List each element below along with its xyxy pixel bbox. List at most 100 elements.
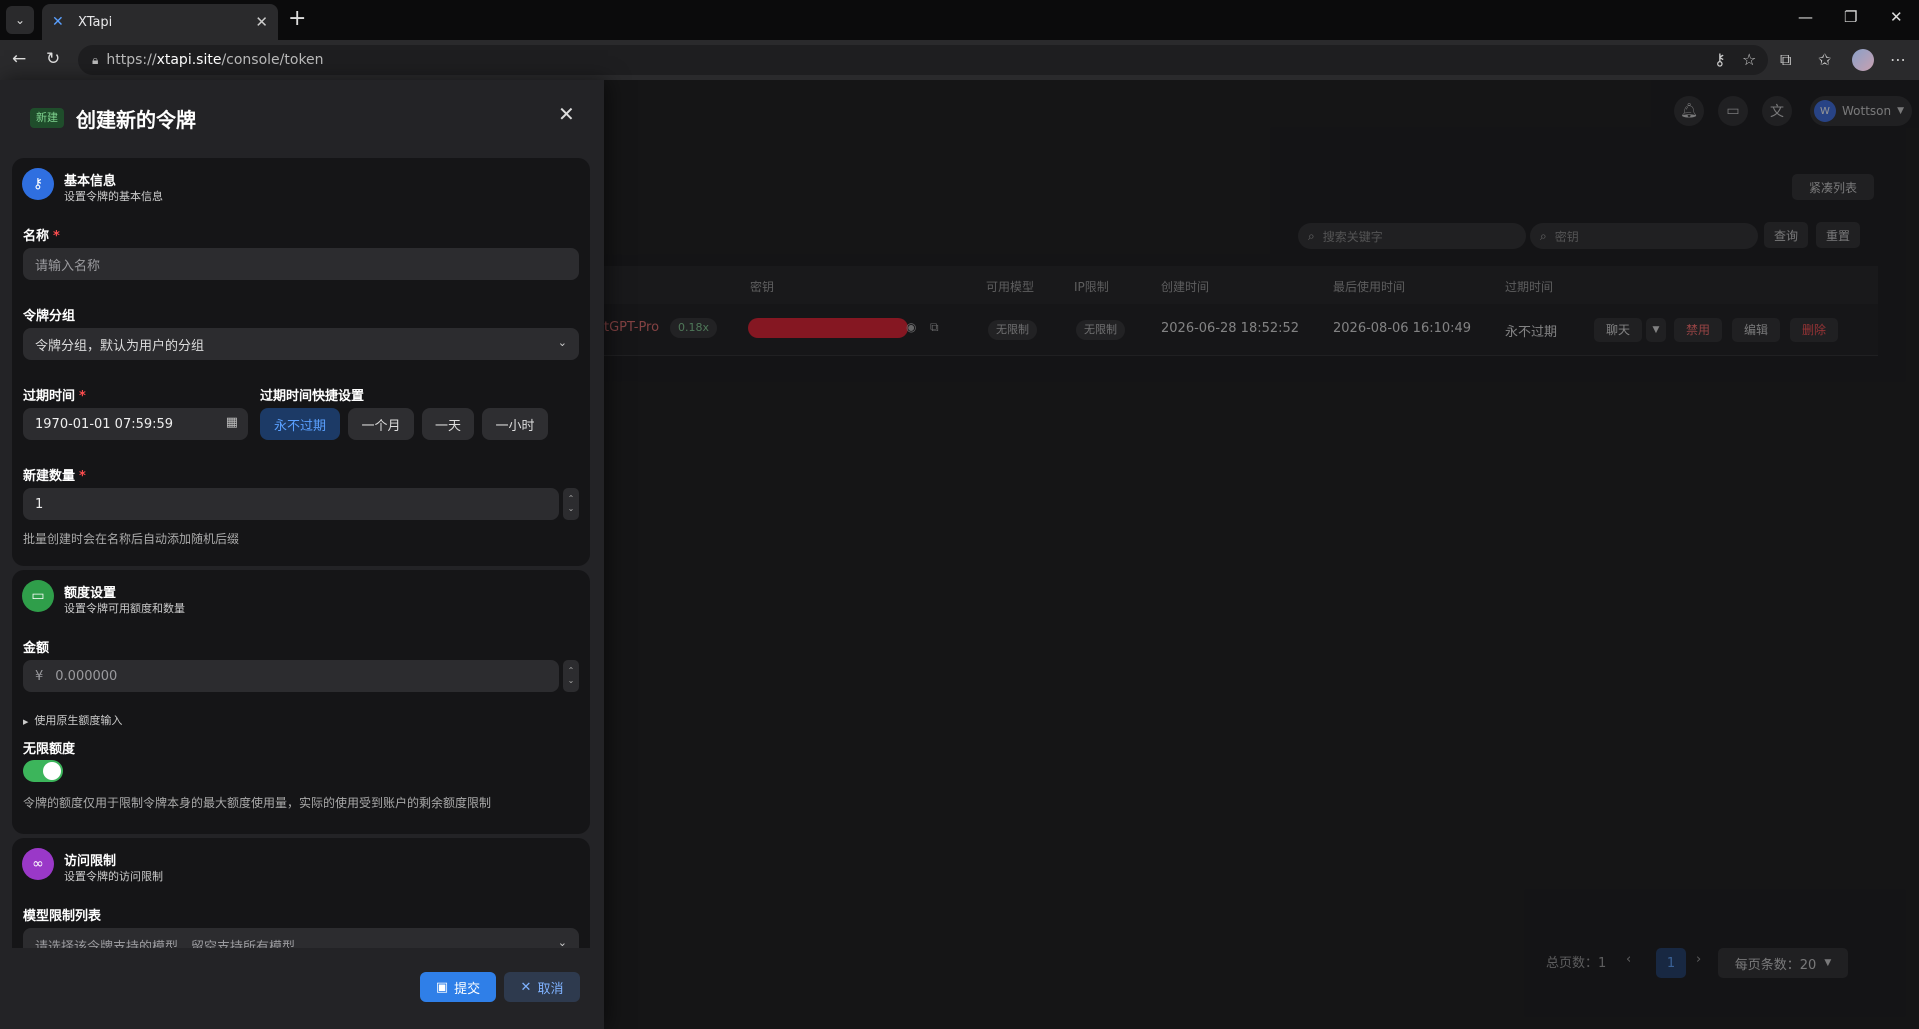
url-prefix: https:// [106, 52, 157, 68]
one-month-button[interactable]: 一个月 [348, 408, 414, 440]
chat-button[interactable]: 聊天 [1594, 318, 1642, 342]
compact-list-button[interactable]: 紧凑列表 [1792, 174, 1874, 200]
browser-toolbar: ← ↻ 🔒︎ https://xtapi.site/console/token … [0, 40, 1919, 80]
group-label: 令牌分组 [23, 309, 76, 324]
expire-date-value: 1970-01-01 07:59:59 [35, 416, 174, 432]
toggle-knob [43, 762, 61, 780]
favorites-icon[interactable]: ✩ [1818, 50, 1831, 69]
close-tab-icon[interactable]: ✕ [255, 13, 268, 31]
chat-dropdown-icon[interactable]: ▼ [1646, 318, 1666, 342]
one-hour-button[interactable]: 一小时 [482, 408, 548, 440]
eye-icon[interactable]: ◉ [906, 320, 916, 334]
profile-avatar[interactable] [1852, 49, 1874, 71]
column-header: 最后使用时间 [1333, 280, 1406, 294]
key-icon[interactable]: ⚷ [1714, 50, 1726, 69]
caret-right-icon: ▶ [23, 718, 29, 726]
address-bar[interactable]: 🔒︎ https://xtapi.site/console/token [78, 45, 1768, 75]
quota-help: 令牌的额度仅用于限制令牌本身的最大额度使用量，实际的使用受到账户的剩余额度限制 [23, 796, 492, 810]
chevron-down-icon: ⌄ [14, 13, 26, 27]
group-tag: tGPT-Pro [604, 320, 660, 335]
save-icon: ▣ [435, 979, 449, 995]
total-pages: 总页数：1 [1546, 956, 1607, 971]
link-icon: ∞ [22, 848, 54, 880]
key-icon: ⚷ [22, 168, 54, 200]
close-icon[interactable]: ✕ [558, 102, 575, 126]
cancel-button[interactable]: ✕ 取消 [504, 972, 580, 1002]
star-icon[interactable]: ☆ [1742, 50, 1756, 69]
restore-icon[interactable]: ❐ [1844, 8, 1857, 26]
next-page-icon[interactable]: › [1696, 952, 1701, 967]
unlimited-toggle[interactable] [23, 760, 63, 782]
table-row: tGPT-Pro 0.18x ◉ ⧉ 无限制 无限制 2026-06-28 18… [604, 304, 1878, 356]
quota-card: ▭ 额度设置 设置令牌可用额度和数量 金额 ¥ 0.000000 ⌃ ⌄ ▶ 使用原… [12, 570, 590, 834]
count-label: 新建数量 * [23, 469, 86, 484]
new-tab-button[interactable]: + [288, 8, 306, 30]
copy-icon[interactable]: ⧉ [930, 320, 939, 335]
amount-placeholder: 0.000000 [55, 668, 118, 684]
extensions-icon[interactable]: ⧉ [1780, 50, 1791, 70]
bell-icon[interactable]: 🔔︎ [1674, 96, 1704, 126]
key-search-placeholder: 密钥 [1554, 229, 1579, 244]
disable-button[interactable]: 禁用 [1674, 318, 1722, 342]
page-number[interactable]: 1 [1656, 948, 1686, 978]
models-tag: 无限制 [988, 320, 1037, 340]
expire-date-input[interactable]: 1970-01-01 07:59:59 ▦ [23, 408, 248, 440]
prev-page-icon[interactable]: ‹ [1626, 952, 1631, 967]
close-window-icon[interactable]: ✕ [1890, 8, 1903, 26]
name-label: 名称 * [23, 229, 60, 244]
url-path: /console/token [221, 52, 324, 68]
count-stepper[interactable]: ⌃ ⌄ [563, 488, 579, 520]
query-button[interactable]: 查询 [1764, 222, 1808, 248]
calendar-icon: ▦ [225, 415, 238, 430]
card-title: 访问限制 [64, 854, 117, 869]
browser-tab[interactable]: ✕ XTapi ✕ [42, 4, 278, 40]
card-title: 额度设置 [64, 586, 117, 601]
url-host: xtapi.site [156, 52, 222, 68]
count-input[interactable]: 1 [23, 488, 559, 520]
key-search-input[interactable]: ⌕ 密钥 [1530, 223, 1758, 249]
translate-icon[interactable]: 文 [1762, 96, 1792, 126]
sheet-body[interactable]: ⚷ 基本信息 设置令牌的基本信息 名称 * 请输入名称 令牌分组 令牌分组，默认为… [12, 158, 592, 948]
group-placeholder: 令牌分组，默认为用户的分组 [35, 338, 205, 354]
monitor-icon[interactable]: ▭ [1718, 96, 1748, 126]
new-badge: 新建 [30, 108, 64, 128]
keyword-search-placeholder: 搜索关键字 [1322, 229, 1383, 244]
token-list-page: 🔔︎ ▭ 文 W Wottson ▼ 紧凑列表 ⌕ 搜索关键字 ⌕ 密钥 查询 … [604, 80, 1919, 1029]
chevron-down-icon: ⌄ [557, 936, 567, 948]
never-expire-button[interactable]: 永不过期 [260, 408, 340, 440]
currency-symbol: ¥ [35, 668, 44, 684]
reload-icon[interactable]: ↻ [46, 49, 60, 69]
minimize-icon[interactable]: — [1798, 8, 1813, 26]
user-menu[interactable]: W Wottson ▼ [1810, 96, 1912, 126]
per-page-select[interactable]: 每页条数：20 ▼ [1718, 948, 1848, 978]
group-select[interactable]: 令牌分组，默认为用户的分组 ⌄ [23, 328, 579, 360]
search-icon: ⌕ [1308, 228, 1315, 243]
ip-tag: 无限制 [1076, 320, 1125, 340]
delete-button[interactable]: 删除 [1790, 318, 1838, 342]
close-icon: ✕ [520, 979, 532, 995]
keyword-search-input[interactable]: ⌕ 搜索关键字 [1298, 223, 1526, 249]
unlimited-label: 无限额度 [23, 742, 76, 757]
reset-button[interactable]: 重置 [1816, 222, 1860, 248]
column-header: IP限制 [1074, 280, 1109, 294]
amount-stepper[interactable]: ⌃ ⌄ [563, 660, 579, 692]
basic-info-card: ⚷ 基本信息 设置令牌的基本信息 名称 * 请输入名称 令牌分组 令牌分组，默认为… [12, 158, 590, 566]
user-avatar: W [1814, 100, 1836, 122]
chevron-down-icon: ▼ [1897, 106, 1905, 116]
browser-tabbar: ⌄ ✕ XTapi ✕ + — ❐ ✕ [0, 0, 1919, 40]
card-subtitle: 设置令牌可用额度和数量 [64, 602, 185, 615]
chevron-down-icon: ⌄ [557, 336, 567, 349]
amount-input[interactable]: ¥ 0.000000 [23, 660, 559, 692]
edit-button[interactable]: 编辑 [1732, 318, 1780, 342]
submit-button[interactable]: ▣ 提交 [420, 972, 496, 1002]
name-input[interactable]: 请输入名称 [23, 248, 579, 280]
back-icon[interactable]: ← [12, 49, 26, 69]
more-icon[interactable]: ⋯ [1890, 50, 1906, 69]
ratio-tag: 0.18x [670, 318, 718, 338]
one-day-button[interactable]: 一天 [422, 408, 474, 440]
raw-quota-toggle[interactable]: ▶ 使用原生额度输入 [23, 712, 122, 728]
expire-time: 永不过期 [1505, 325, 1558, 340]
tab-actions-menu[interactable]: ⌄ [6, 6, 34, 34]
sheet-header: 新建 创建新的令牌 ✕ [0, 80, 604, 158]
models-select[interactable]: 请选择该令牌支持的模型，留空支持所有模型 ⌄ [23, 928, 579, 948]
